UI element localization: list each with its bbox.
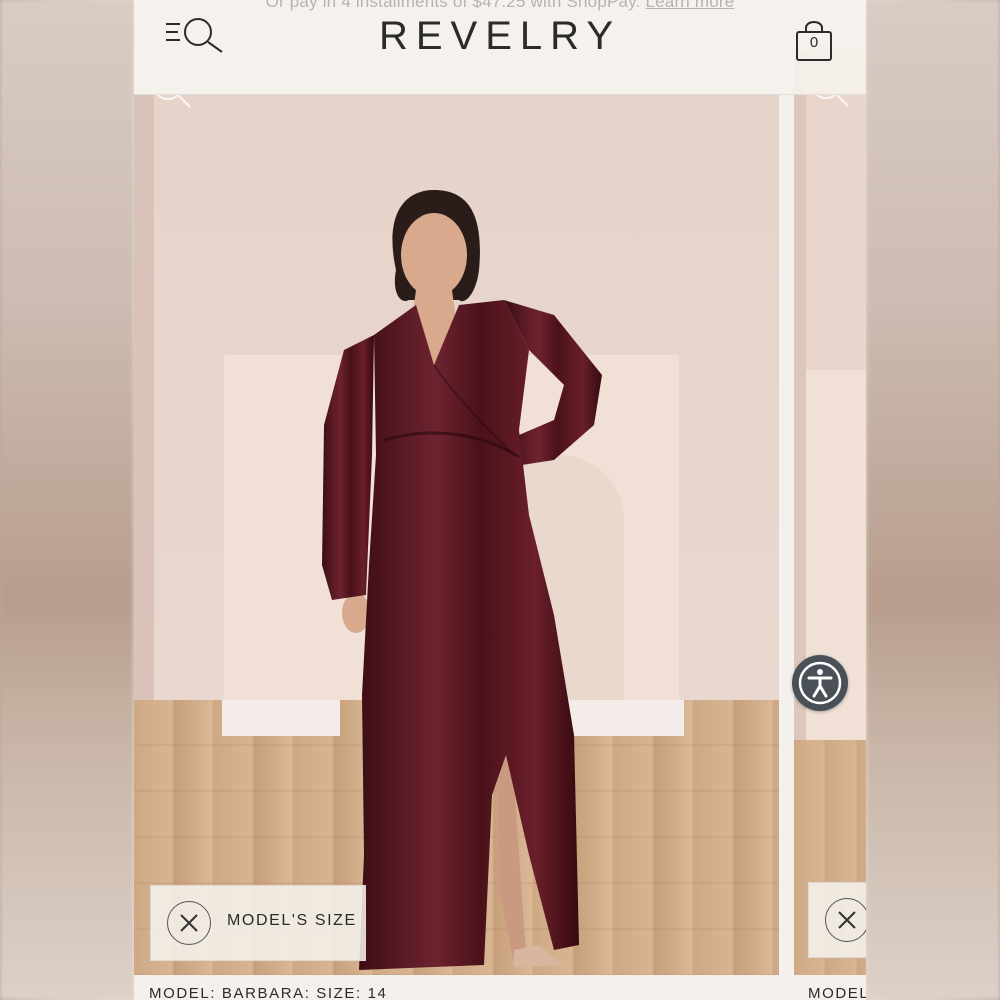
- models-size-badge[interactable]: MODEL'S SIZE: [150, 885, 366, 961]
- learn-more-link[interactable]: Learn more: [645, 0, 734, 11]
- mobile-page: MODEL'S SIZE MODEL: BARBARA: SIZE: 14 MO…: [134, 0, 866, 1000]
- caption-clip-next: MODEL: [794, 975, 866, 1000]
- zoom-in-icon[interactable]: [150, 95, 194, 111]
- slide-gap: [779, 95, 794, 1000]
- shopping-bag-icon[interactable]: 0: [794, 18, 836, 62]
- background-blur-left: [0, 0, 134, 1000]
- model-size-caption: MODEL: BARBARA: SIZE: 14: [149, 985, 388, 1000]
- wall-shade-next: [794, 50, 806, 740]
- promo-banner: Or pay in 4 installments of $47.25 with …: [134, 0, 866, 12]
- revelry-logo[interactable]: REVELRY: [134, 14, 866, 59]
- close-icon-next[interactable]: [825, 898, 866, 942]
- accessibility-button[interactable]: [792, 655, 848, 711]
- cart-count: 0: [809, 34, 819, 51]
- close-icon[interactable]: [167, 901, 211, 945]
- accessibility-icon: [798, 661, 842, 705]
- site-header: Or pay in 4 installments of $47.25 with …: [134, 0, 866, 95]
- product-image-slide[interactable]: MODEL'S SIZE: [134, 95, 779, 975]
- background-blur-right: [866, 0, 1000, 1000]
- models-size-badge-next[interactable]: [808, 882, 866, 958]
- next-product-image-slide[interactable]: [794, 50, 866, 975]
- promo-text: Or pay in 4 installments of $47.25 with …: [265, 0, 641, 11]
- model-photo: [322, 190, 602, 970]
- models-size-label: MODEL'S SIZE: [227, 912, 357, 929]
- model-size-caption-next: MODEL: [808, 985, 866, 1000]
